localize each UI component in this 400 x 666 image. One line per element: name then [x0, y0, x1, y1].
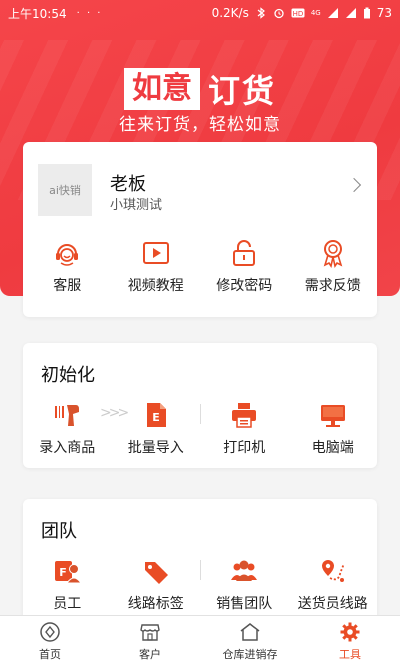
hd-icon: HD — [291, 8, 305, 18]
employee-card-icon: F — [51, 555, 83, 587]
signal-icon-2 — [345, 8, 356, 18]
bottom-tab-bar: 首页 客户 仓库进销存 工具 — [0, 615, 400, 666]
award-ribbon-icon — [317, 237, 349, 269]
lock-icon — [228, 237, 260, 269]
add-product-button[interactable]: 录入商品 — [23, 399, 112, 457]
status-dots: · · · — [76, 7, 103, 19]
profile-card: ai快销 老板 小琪测试 客服 视频教程 修改密码 需求反馈 — [23, 142, 377, 317]
tab-home-label: 首页 — [39, 648, 61, 661]
batch-import-label: 批量导入 — [127, 440, 184, 456]
sales-team-button[interactable]: 销售团队 — [200, 555, 289, 613]
video-tutorial-button[interactable]: 视频教程 — [112, 237, 201, 295]
svg-text:HD: HD — [293, 10, 304, 18]
video-tutorial-label: 视频教程 — [127, 278, 184, 294]
barcode-scanner-icon — [51, 399, 83, 431]
printer-label: 打印机 — [223, 440, 266, 456]
tab-tools[interactable]: 工具 — [300, 616, 400, 666]
delivery-route-button[interactable]: 送货员线路 — [289, 555, 378, 613]
add-product-label: 录入商品 — [39, 440, 96, 456]
title-highlight: 如意 — [123, 68, 200, 110]
employee-button[interactable]: F 员工 — [23, 555, 112, 613]
tab-tools-label: 工具 — [339, 648, 361, 661]
store-icon — [137, 620, 163, 644]
chevron-right-icon[interactable] — [346, 177, 362, 193]
team-divider — [200, 560, 201, 580]
tab-customers[interactable]: 客户 — [100, 616, 200, 666]
customer-service-button[interactable]: 客服 — [23, 237, 112, 295]
printer-button[interactable]: 打印机 — [200, 399, 289, 457]
delivery-route-label: 送货员线路 — [297, 596, 368, 612]
status-time: 上午10:54 — [8, 6, 67, 21]
feedback-label: 需求反馈 — [304, 278, 361, 294]
tab-home[interactable]: 首页 — [0, 616, 100, 666]
employee-label: 员工 — [53, 596, 82, 612]
change-password-button[interactable]: 修改密码 — [200, 237, 289, 295]
init-divider — [200, 404, 201, 424]
video-play-icon — [140, 237, 172, 269]
status-bar: 上午10:54 · · · 0.2K/s HD 4G 73 — [0, 0, 400, 26]
battery-icon — [363, 7, 370, 19]
network-type: 4G — [310, 9, 321, 17]
route-pin-icon — [317, 555, 349, 587]
headset-icon — [51, 237, 83, 269]
tab-warehouse-label: 仓库进销存 — [222, 648, 278, 661]
title-rest: 订货 — [207, 72, 276, 110]
home-diamond-icon — [37, 620, 63, 644]
change-password-label: 修改密码 — [216, 278, 273, 294]
desktop-label: 电脑端 — [311, 440, 354, 456]
avatar[interactable]: ai快销 — [38, 164, 92, 216]
customer-service-label: 客服 — [53, 278, 82, 294]
svg-text:E: E — [152, 411, 160, 424]
svg-text:F: F — [59, 566, 67, 579]
monitor-icon — [317, 399, 349, 431]
feedback-button[interactable]: 需求反馈 — [289, 237, 378, 295]
gear-icon — [337, 620, 363, 644]
profile-company: 小琪测试 — [110, 198, 163, 213]
route-tag-button[interactable]: 线路标签 — [112, 555, 201, 613]
battery-level: 73 — [376, 6, 392, 20]
init-title: 初始化 — [41, 365, 95, 386]
tab-customers-label: 客户 — [139, 648, 161, 661]
alarm-icon — [274, 8, 284, 19]
step-arrows: >>> — [100, 405, 129, 421]
group-icon — [228, 555, 260, 587]
bluetooth-icon — [257, 7, 265, 19]
signal-icon — [327, 8, 338, 18]
team-title: 团队 — [41, 521, 77, 542]
app-title: 如意 订货 — [0, 66, 400, 112]
profile-name[interactable]: 老板 — [110, 170, 146, 196]
sales-team-label: 销售团队 — [216, 596, 273, 612]
desktop-button[interactable]: 电脑端 — [289, 399, 378, 457]
route-tag-label: 线路标签 — [127, 596, 184, 612]
app-slogan: 往来订货，轻松如意 — [119, 115, 281, 135]
net-speed: 0.2K/s — [211, 6, 249, 20]
tag-icon — [140, 555, 172, 587]
printer-icon — [228, 399, 260, 431]
tab-warehouse[interactable]: 仓库进销存 — [200, 616, 300, 666]
warehouse-icon — [237, 620, 263, 644]
excel-file-icon: E — [140, 399, 172, 431]
